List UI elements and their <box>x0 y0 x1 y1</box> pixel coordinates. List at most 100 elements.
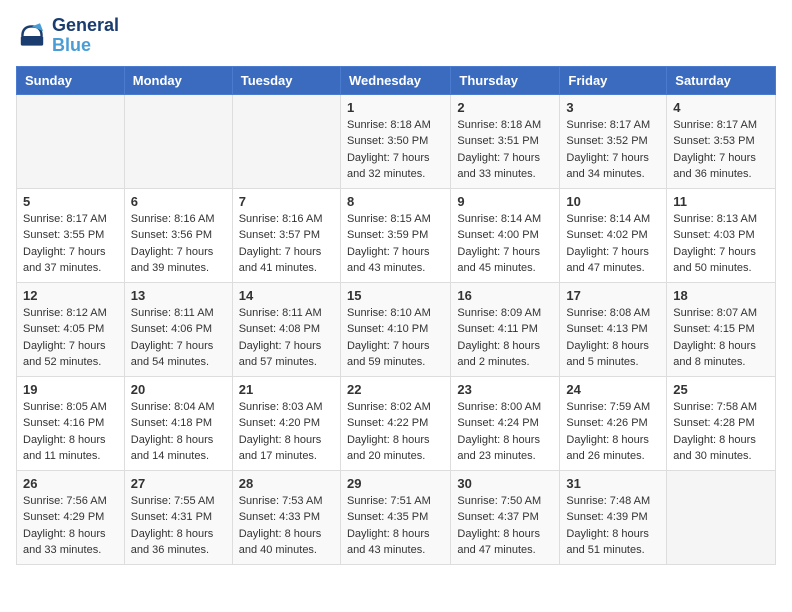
day-info: Sunrise: 8:15 AMSunset: 3:59 PMDaylight:… <box>347 211 444 277</box>
sunset-text: Sunset: 4:33 PM <box>239 511 320 523</box>
day-info: Sunrise: 8:03 AMSunset: 4:20 PMDaylight:… <box>239 399 334 465</box>
calendar-cell: 23Sunrise: 8:00 AMSunset: 4:24 PMDayligh… <box>451 376 560 470</box>
page-header: General Blue <box>16 16 776 56</box>
day-number: 16 <box>457 288 553 303</box>
daylight-text: Daylight: 7 hours and 54 minutes. <box>131 340 214 369</box>
day-number: 30 <box>457 476 553 491</box>
sunrise-text: Sunrise: 7:59 AM <box>566 401 650 413</box>
sunset-text: Sunset: 4:24 PM <box>457 417 538 429</box>
calendar-cell: 12Sunrise: 8:12 AMSunset: 4:05 PMDayligh… <box>17 282 125 376</box>
day-info: Sunrise: 8:16 AM Sunset: 3:56 PM Daylight:… <box>131 211 226 277</box>
day-info: Sunrise: 7:59 AMSunset: 4:26 PMDaylight:… <box>566 399 660 465</box>
day-number: 27 <box>131 476 226 491</box>
calendar-cell: 28Sunrise: 7:53 AMSunset: 4:33 PMDayligh… <box>232 470 340 564</box>
daylight-text: Daylight: 8 hours and 5 minutes. <box>566 340 649 369</box>
day-info: Sunrise: 7:51 AMSunset: 4:35 PMDaylight:… <box>347 493 444 559</box>
daylight-text: Daylight: 7 hours and 57 minutes. <box>239 340 322 369</box>
sunrise-text: Sunrise: 8:08 AM <box>566 307 650 319</box>
day-header-monday: Monday <box>124 66 232 94</box>
day-header-tuesday: Tuesday <box>232 66 340 94</box>
daylight-text: Daylight: 8 hours and 51 minutes. <box>566 528 649 557</box>
daylight-text: Daylight: 8 hours and 40 minutes. <box>239 528 322 557</box>
sunset-text: Sunset: 4:10 PM <box>347 323 428 335</box>
calendar-header-row: SundayMondayTuesdayWednesdayThursdayFrid… <box>17 66 776 94</box>
sunrise-text: Sunrise: 8:07 AM <box>673 307 757 319</box>
day-info: Sunrise: 8:14 AMSunset: 4:02 PMDaylight:… <box>566 211 660 277</box>
day-number: 31 <box>566 476 660 491</box>
sunset-text: Sunset: 4:15 PM <box>673 323 754 335</box>
sunrise-text: Sunrise: 8:16 AM <box>239 213 323 225</box>
daylight-text: Daylight: 8 hours and 26 minutes. <box>566 434 649 463</box>
sunset-text: Sunset: 4:22 PM <box>347 417 428 429</box>
daylight-text: Daylight: 8 hours and 20 minutes. <box>347 434 430 463</box>
day-info: Sunrise: 8:14 AMSunset: 4:00 PMDaylight:… <box>457 211 553 277</box>
daylight-text: Daylight: 8 hours and 47 minutes. <box>457 528 540 557</box>
day-header-friday: Friday <box>560 66 667 94</box>
sunset-text: Sunset: 3:51 PM <box>457 135 538 147</box>
day-info: Sunrise: 7:58 AMSunset: 4:28 PMDaylight:… <box>673 399 769 465</box>
day-info: Sunrise: 7:48 AMSunset: 4:39 PMDaylight:… <box>566 493 660 559</box>
sunrise-text: Sunrise: 7:55 AM <box>131 495 215 507</box>
sunset-text: Sunset: 4:39 PM <box>566 511 647 523</box>
calendar-cell <box>667 470 776 564</box>
day-info: Sunrise: 8:11 AMSunset: 4:08 PMDaylight:… <box>239 305 334 371</box>
day-info: Sunrise: 8:12 AMSunset: 4:05 PMDaylight:… <box>23 305 118 371</box>
sunset-text: Sunset: 3:53 PM <box>673 135 754 147</box>
sunrise-text: Sunrise: 8:14 AM <box>566 213 650 225</box>
sunrise-text: Sunrise: 8:13 AM <box>673 213 757 225</box>
daylight-text: Daylight: 8 hours and 11 minutes. <box>23 434 106 463</box>
day-number: 23 <box>457 382 553 397</box>
sunset-text: Sunset: 4:11 PM <box>457 323 538 335</box>
sunrise-text: Sunrise: 8:05 AM <box>23 401 107 413</box>
daylight-text: Daylight: 7 hours and 33 minutes. <box>457 152 540 181</box>
day-info: Sunrise: 8:18 AM Sunset: 3:51 PM Daylight:… <box>457 117 553 183</box>
sunrise-text: Sunrise: 8:18 AM <box>457 119 541 131</box>
day-number: 8 <box>347 194 444 209</box>
day-number: 11 <box>673 194 769 209</box>
day-number: 5 <box>23 194 118 209</box>
sunrise-text: Sunrise: 7:50 AM <box>457 495 541 507</box>
day-info: Sunrise: 8:08 AMSunset: 4:13 PMDaylight:… <box>566 305 660 371</box>
sunset-text: Sunset: 4:05 PM <box>23 323 104 335</box>
sunset-text: Sunset: 4:29 PM <box>23 511 104 523</box>
sunrise-text: Sunrise: 8:14 AM <box>457 213 541 225</box>
daylight-text: Daylight: 7 hours and 32 minutes. <box>347 152 430 181</box>
daylight-text: Daylight: 7 hours and 39 minutes. <box>131 246 214 275</box>
day-info: Sunrise: 8:02 AMSunset: 4:22 PMDaylight:… <box>347 399 444 465</box>
sunrise-text: Sunrise: 8:18 AM <box>347 119 431 131</box>
sunrise-text: Sunrise: 8:16 AM <box>131 213 215 225</box>
day-info: Sunrise: 8:17 AMSunset: 3:53 PMDaylight:… <box>673 117 769 183</box>
day-info: Sunrise: 8:16 AMSunset: 3:57 PMDaylight:… <box>239 211 334 277</box>
calendar-table: SundayMondayTuesdayWednesdayThursdayFrid… <box>16 66 776 565</box>
day-number: 14 <box>239 288 334 303</box>
sunset-text: Sunset: 3:59 PM <box>347 229 428 241</box>
calendar-cell: 14 Sunrise: 8:11 AMSunset: 4:08 PMDayligh… <box>232 282 340 376</box>
day-number: 6 <box>131 194 226 209</box>
day-number: 19 <box>23 382 118 397</box>
sunrise-text: Sunrise: 8:03 AM <box>239 401 323 413</box>
sunrise-text: Sunrise: 8:04 AM <box>131 401 215 413</box>
day-info: Sunrise: 8:07 AMSunset: 4:15 PMDaylight:… <box>673 305 769 371</box>
sunrise-text: Sunrise: 8:17 AM <box>566 119 650 131</box>
day-number: 21 <box>239 382 334 397</box>
day-number: 15 <box>347 288 444 303</box>
sunset-text: Sunset: 3:55 PM <box>23 229 104 241</box>
day-number: 29 <box>347 476 444 491</box>
daylight-text: Daylight: 7 hours and 37 minutes. <box>23 246 106 275</box>
day-number: 10 <box>566 194 660 209</box>
calendar-cell: 24Sunrise: 7:59 AMSunset: 4:26 PMDayligh… <box>560 376 667 470</box>
logo: General Blue <box>16 16 119 56</box>
sunrise-text: Sunrise: 8:12 AM <box>23 307 107 319</box>
logo-icon <box>16 20 48 52</box>
sunrise-text: Sunrise: 8:17 AM <box>23 213 107 225</box>
calendar-cell: 7Sunrise: 8:16 AMSunset: 3:57 PMDaylight… <box>232 188 340 282</box>
sunset-text: Sunset: 3:56 PM <box>131 229 212 241</box>
day-info: Sunrise: 8:17 AM Sunset: 3:55 PM Daylight:… <box>23 211 118 277</box>
day-info: Sunrise: 7:55 AMSunset: 4:31 PMDaylight:… <box>131 493 226 559</box>
sunrise-text: Sunrise: 8:00 AM <box>457 401 541 413</box>
day-number: 4 <box>673 100 769 115</box>
daylight-text: Daylight: 7 hours and 41 minutes. <box>239 246 322 275</box>
daylight-text: Daylight: 7 hours and 59 minutes. <box>347 340 430 369</box>
calendar-cell <box>124 94 232 188</box>
day-info: Sunrise: 8:09 AMSunset: 4:11 PMDaylight:… <box>457 305 553 371</box>
